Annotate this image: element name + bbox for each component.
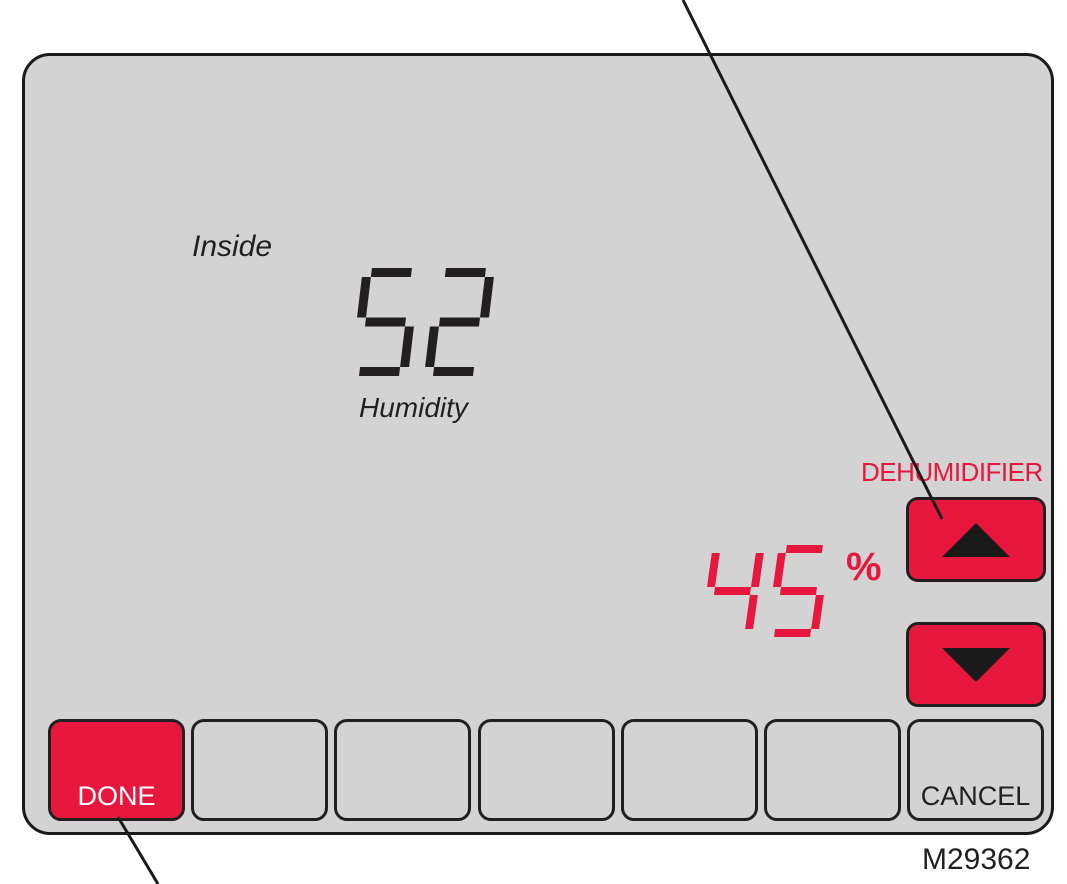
callout-lines [116, 0, 944, 884]
callout-line-up-button [681, 0, 944, 520]
callout-line-done-button [116, 816, 160, 884]
